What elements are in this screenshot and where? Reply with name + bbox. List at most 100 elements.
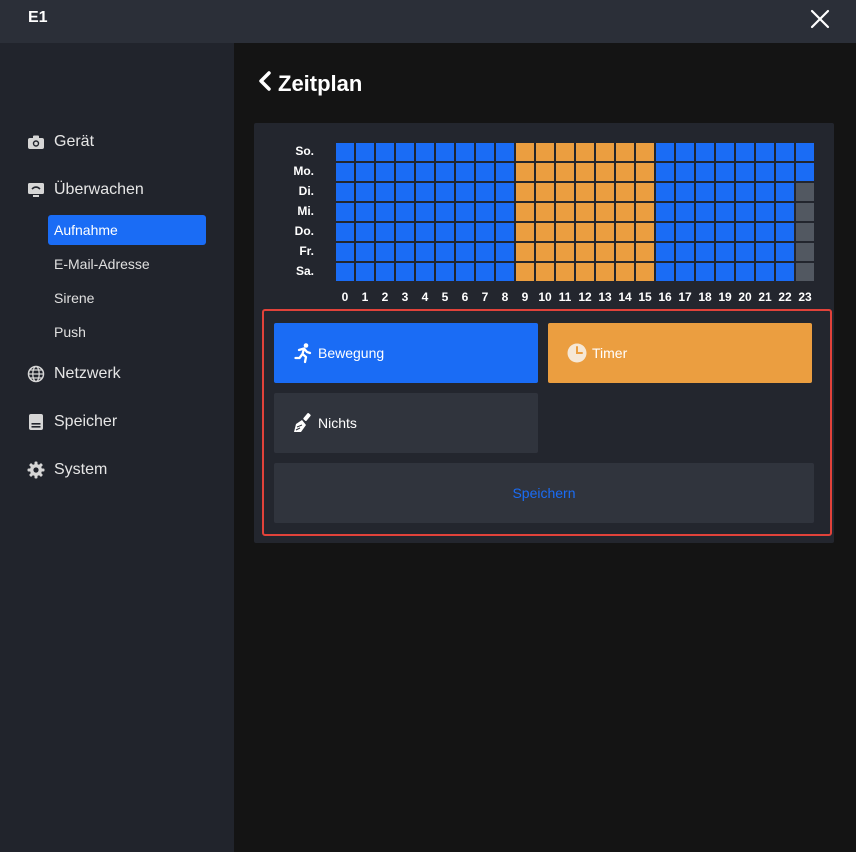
schedule-cell[interactable] (436, 203, 454, 221)
schedule-cell[interactable] (536, 183, 554, 201)
schedule-cell[interactable] (336, 203, 354, 221)
schedule-cell[interactable] (516, 223, 534, 241)
schedule-cell[interactable] (656, 243, 674, 261)
schedule-cell[interactable] (576, 243, 594, 261)
schedule-cell[interactable] (696, 203, 714, 221)
schedule-cell[interactable] (416, 183, 434, 201)
schedule-cell[interactable] (596, 183, 614, 201)
schedule-cell[interactable] (656, 163, 674, 181)
schedule-cell[interactable] (376, 183, 394, 201)
schedule-cell[interactable] (516, 263, 534, 281)
schedule-cell[interactable] (796, 223, 814, 241)
schedule-cell[interactable] (656, 263, 674, 281)
schedule-cell[interactable] (596, 263, 614, 281)
schedule-cell[interactable] (396, 183, 414, 201)
schedule-cell[interactable] (376, 143, 394, 161)
schedule-cell[interactable] (796, 263, 814, 281)
schedule-cell[interactable] (656, 223, 674, 241)
schedule-cell[interactable] (776, 163, 794, 181)
schedule-cell[interactable] (336, 223, 354, 241)
schedule-cell[interactable] (356, 203, 374, 221)
close-icon[interactable] (809, 8, 831, 30)
schedule-cell[interactable] (396, 243, 414, 261)
schedule-cell[interactable] (636, 143, 654, 161)
schedule-cell[interactable] (456, 203, 474, 221)
schedule-cell[interactable] (476, 243, 494, 261)
schedule-cell[interactable] (696, 163, 714, 181)
schedule-cell[interactable] (796, 163, 814, 181)
schedule-cell[interactable] (676, 223, 694, 241)
schedule-cell[interactable] (656, 183, 674, 201)
sidebar-item-storage[interactable]: Speicher (26, 410, 117, 434)
schedule-cell[interactable] (756, 243, 774, 261)
schedule-cell[interactable] (556, 203, 574, 221)
schedule-cell[interactable] (796, 143, 814, 161)
schedule-cell[interactable] (776, 143, 794, 161)
schedule-cell[interactable] (436, 143, 454, 161)
schedule-cell[interactable] (716, 263, 734, 281)
schedule-cell[interactable] (576, 143, 594, 161)
schedule-cell[interactable] (736, 143, 754, 161)
schedule-cell[interactable] (456, 143, 474, 161)
motion-mode-button[interactable]: Bewegung (274, 323, 538, 383)
schedule-cell[interactable] (516, 203, 534, 221)
schedule-cell[interactable] (716, 203, 734, 221)
schedule-cell[interactable] (716, 183, 734, 201)
schedule-cell[interactable] (756, 263, 774, 281)
schedule-cell[interactable] (376, 263, 394, 281)
schedule-cell[interactable] (436, 223, 454, 241)
save-button[interactable]: Speichern (274, 463, 814, 523)
schedule-cell[interactable] (356, 263, 374, 281)
schedule-cell[interactable] (416, 243, 434, 261)
schedule-cell[interactable] (596, 203, 614, 221)
schedule-cell[interactable] (616, 243, 634, 261)
schedule-cell[interactable] (596, 243, 614, 261)
schedule-cell[interactable] (356, 183, 374, 201)
schedule-cell[interactable] (356, 223, 374, 241)
back-button[interactable]: Zeitplan (258, 70, 362, 97)
schedule-cell[interactable] (796, 183, 814, 201)
schedule-cell[interactable] (696, 223, 714, 241)
schedule-cell[interactable] (736, 243, 754, 261)
schedule-cell[interactable] (376, 223, 394, 241)
schedule-cell[interactable] (516, 163, 534, 181)
schedule-cell[interactable] (496, 183, 514, 201)
schedule-cell[interactable] (756, 163, 774, 181)
schedule-cell[interactable] (616, 183, 634, 201)
sidebar-item-device[interactable]: Gerät (26, 130, 94, 154)
schedule-cell[interactable] (556, 263, 574, 281)
schedule-cell[interactable] (376, 163, 394, 181)
schedule-cell[interactable] (556, 243, 574, 261)
schedule-cell[interactable] (756, 203, 774, 221)
schedule-cell[interactable] (756, 143, 774, 161)
schedule-cell[interactable] (396, 203, 414, 221)
schedule-cell[interactable] (496, 243, 514, 261)
schedule-cell[interactable] (496, 223, 514, 241)
schedule-cell[interactable] (636, 243, 654, 261)
schedule-cell[interactable] (776, 223, 794, 241)
schedule-cell[interactable] (476, 143, 494, 161)
sidebar-item-monitoring[interactable]: Überwachen (26, 178, 144, 202)
schedule-cell[interactable] (536, 143, 554, 161)
sidebar-subitem-recording[interactable]: Aufnahme (48, 215, 206, 245)
schedule-cell[interactable] (516, 183, 534, 201)
sidebar-subitem-email[interactable]: E-Mail-Adresse (48, 249, 206, 279)
schedule-cell[interactable] (636, 203, 654, 221)
schedule-cell[interactable] (556, 143, 574, 161)
schedule-cell[interactable] (516, 243, 534, 261)
schedule-cell[interactable] (676, 143, 694, 161)
schedule-cell[interactable] (396, 263, 414, 281)
schedule-cell[interactable] (496, 263, 514, 281)
sidebar-subitem-siren[interactable]: Sirene (48, 283, 206, 313)
schedule-cell[interactable] (536, 163, 554, 181)
schedule-cell[interactable] (636, 183, 654, 201)
schedule-cell[interactable] (676, 203, 694, 221)
schedule-cell[interactable] (736, 263, 754, 281)
schedule-cell[interactable] (676, 243, 694, 261)
schedule-cell[interactable] (596, 143, 614, 161)
schedule-cell[interactable] (736, 183, 754, 201)
schedule-cell[interactable] (616, 143, 634, 161)
schedule-cell[interactable] (576, 223, 594, 241)
schedule-cell[interactable] (456, 243, 474, 261)
schedule-cell[interactable] (336, 143, 354, 161)
